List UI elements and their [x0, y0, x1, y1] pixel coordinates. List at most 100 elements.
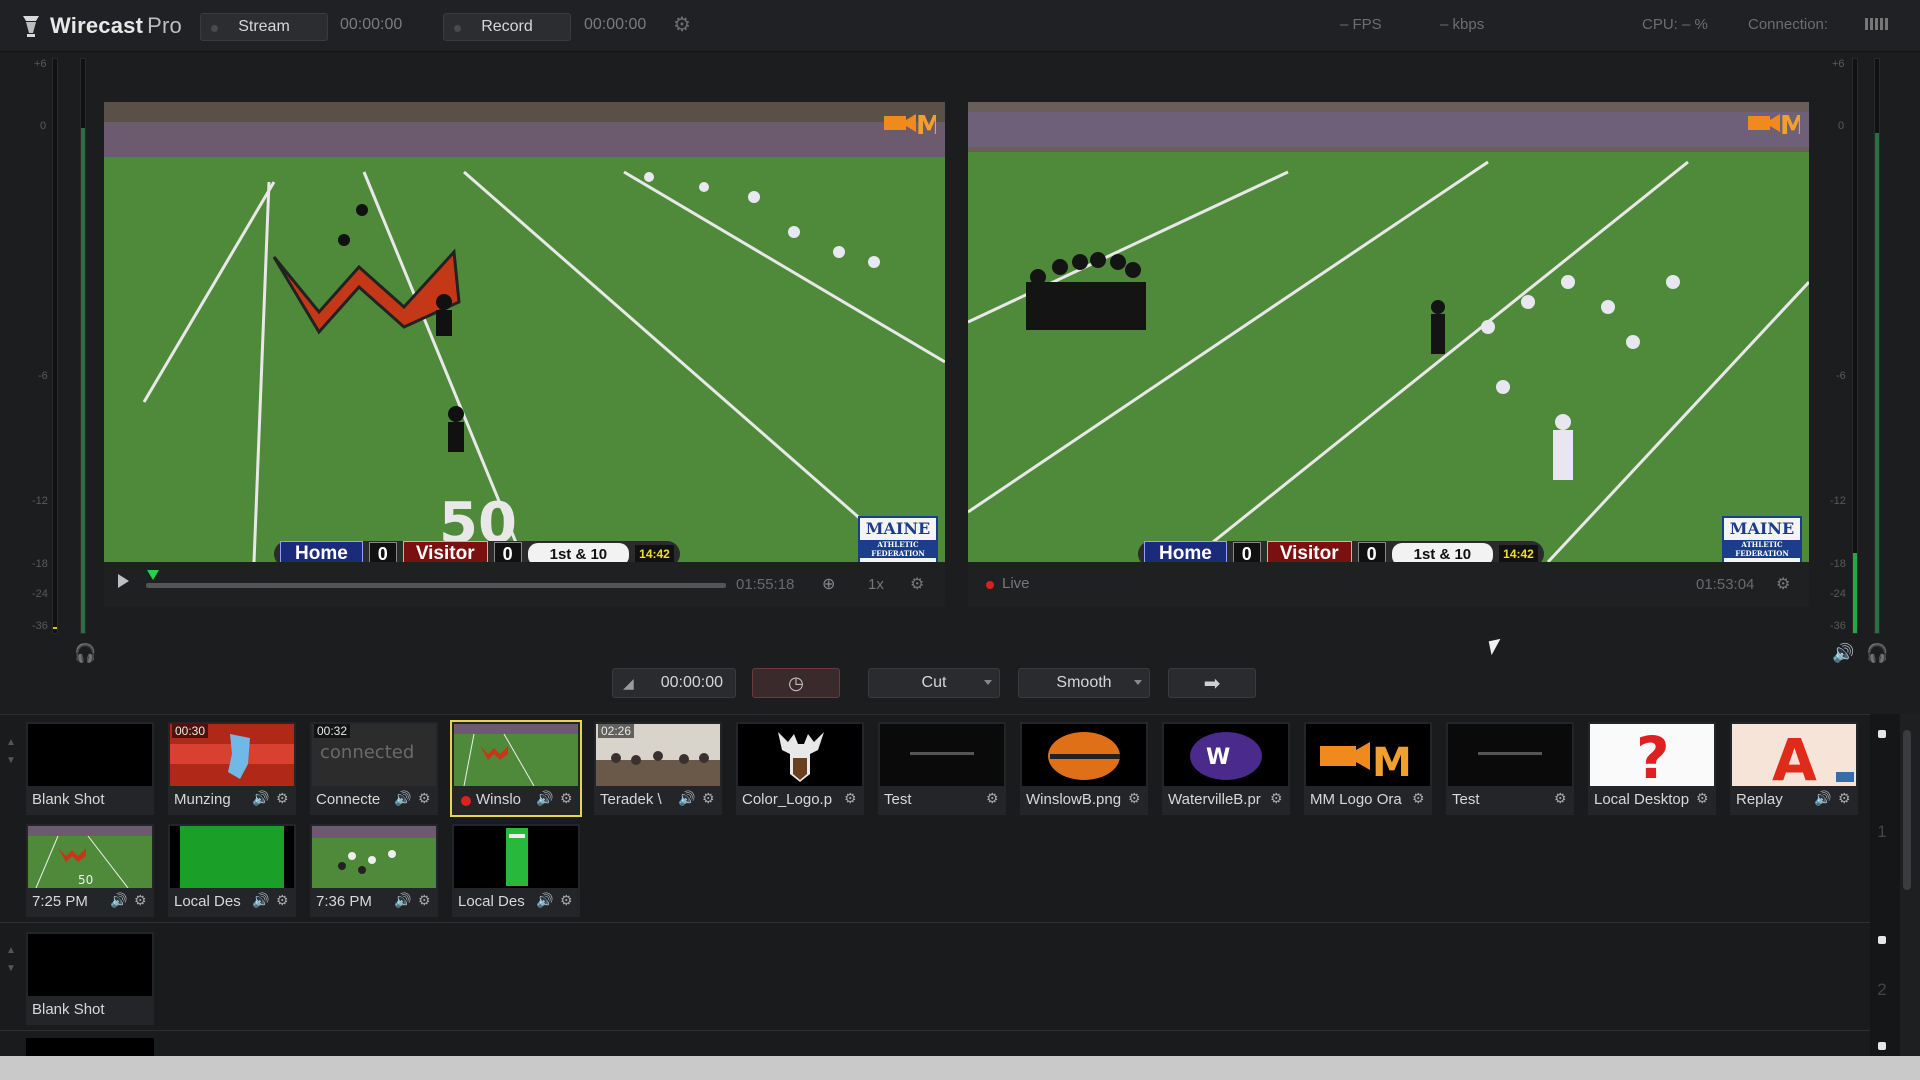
playhead-marker[interactable]	[147, 570, 159, 580]
shot-thumbnail: 50	[28, 826, 152, 888]
shot-settings-gear-icon[interactable]: ⚙	[1128, 790, 1141, 807]
speaker-icon[interactable]: 🔊	[252, 892, 269, 909]
shot-label: WatervilleB.pr	[1168, 791, 1261, 808]
shot-teradek[interactable]: 02:26 Teradek \ 🔊 ⚙	[594, 722, 722, 815]
layer-down-icon[interactable]: ▼	[0, 755, 22, 766]
meter-scale-label: +6	[1832, 58, 1845, 70]
play-icon[interactable]	[118, 574, 129, 588]
shot-settings-gear-icon[interactable]: ⚙	[276, 892, 289, 909]
shot-duration: 02:26	[598, 724, 635, 738]
layer-visibility-icon[interactable]	[1878, 730, 1886, 738]
shot-label: 7:25 PM	[32, 893, 88, 910]
layer-up-icon[interactable]: ▲	[0, 737, 22, 748]
shot-settings-gear-icon[interactable]: ⚙	[702, 790, 715, 807]
stream-button[interactable]: Stream	[200, 13, 328, 41]
shot-partial[interactable]	[26, 1038, 154, 1056]
shot-settings-gear-icon[interactable]: ⚙	[418, 892, 431, 909]
live-settings-gear-icon[interactable]: ⚙	[1776, 574, 1790, 594]
shot-blank-layer2[interactable]: Blank Shot	[26, 932, 154, 1025]
live-status-label: Live	[1002, 575, 1030, 592]
transition-duration[interactable]: ◢ 00:00:00	[612, 668, 736, 698]
meter-scale-label: -36	[32, 620, 48, 632]
speaker-icon[interactable]: 🔊	[394, 790, 411, 807]
shot-mm-logo[interactable]: M MM Logo Ora ⚙	[1304, 722, 1432, 815]
shot-winslowb[interactable]: WinslowB.png ⚙	[1020, 722, 1148, 815]
headphone-icon[interactable]: 🎧	[74, 643, 96, 664]
shot-thumbnail: ?	[1590, 724, 1714, 786]
shot-replay-736[interactable]: 7:36 PM 🔊 ⚙	[310, 824, 438, 917]
playback-speed-select[interactable]: 1x	[868, 576, 884, 593]
go-button[interactable]: ➡	[1168, 668, 1256, 698]
shot-watervilleb[interactable]: W WatervilleB.pr ⚙	[1162, 722, 1290, 815]
app-logo: Wirecast Pro	[20, 12, 182, 40]
speaker-icon[interactable]: 🔊	[536, 892, 553, 909]
speaker-icon[interactable]: 🔊	[1814, 790, 1831, 807]
shot-label: Munzing	[174, 791, 231, 808]
stream-time: 00:00:00	[340, 16, 403, 33]
shot-settings-gear-icon[interactable]: ⚙	[844, 790, 857, 807]
shot-settings-gear-icon[interactable]: ⚙	[560, 892, 573, 909]
shot-settings-gear-icon[interactable]: ⚙	[1838, 790, 1851, 807]
maine-logo: MAINE ATHLETIC FEDERATION	[1722, 516, 1802, 568]
shot-replay[interactable]: A Replay 🔊 ⚙	[1730, 722, 1858, 815]
shot-label: MM Logo Ora	[1310, 791, 1402, 808]
record-status-icon	[454, 25, 461, 32]
speaker-icon[interactable]: 🔊	[252, 790, 269, 807]
layer-up-icon[interactable]: ▲	[0, 945, 22, 956]
shot-test-2[interactable]: Test ⚙	[1446, 722, 1574, 815]
layer-column	[1870, 714, 1900, 1056]
output-settings-gear-icon[interactable]: ⚙	[671, 14, 693, 36]
shot-local-desktop-green[interactable]: Local Des 🔊 ⚙	[168, 824, 296, 917]
shot-label: Local Des	[174, 893, 241, 910]
transition-select-smooth[interactable]: Smooth	[1018, 668, 1150, 698]
layer-visibility-icon[interactable]	[1878, 936, 1886, 944]
chevron-down-icon	[984, 680, 992, 685]
speaker-icon[interactable]: 🔊	[536, 790, 553, 807]
zoom-icon[interactable]: ⊕	[822, 574, 835, 594]
shot-settings-gear-icon[interactable]: ⚙	[418, 790, 431, 807]
record-button[interactable]: Record	[443, 13, 571, 41]
shot-settings-gear-icon[interactable]: ⚙	[1554, 790, 1567, 807]
shot-local-desktop-2[interactable]: Local Des 🔊 ⚙	[452, 824, 580, 917]
shot-settings-gear-icon[interactable]: ⚙	[276, 790, 289, 807]
shot-thumbnail	[738, 724, 862, 786]
shot-settings-gear-icon[interactable]: ⚙	[1696, 790, 1709, 807]
speaker-icon[interactable]: 🔊	[1832, 643, 1854, 664]
status-bar	[0, 1056, 1920, 1080]
speaker-icon[interactable]: 🔊	[110, 892, 127, 909]
auto-transition-button[interactable]: ◷	[752, 668, 840, 698]
speaker-icon[interactable]: 🔊	[394, 892, 411, 909]
shot-local-desktop[interactable]: ? Local Desktop ⚙	[1588, 722, 1716, 815]
shot-settings-gear-icon[interactable]: ⚙	[560, 790, 573, 807]
chevron-down-icon	[1134, 680, 1142, 685]
preview-video[interactable]: 50	[104, 102, 945, 562]
shot-connected[interactable]: connected 00:32 Connecte 🔊 ⚙	[310, 722, 438, 815]
shot-settings-gear-icon[interactable]: ⚙	[134, 892, 147, 909]
svg-text:A: A	[1772, 726, 1817, 786]
headphone-icon[interactable]: 🎧	[1866, 643, 1888, 664]
scrollbar-thumb[interactable]	[1903, 730, 1911, 890]
shot-replay-725[interactable]: 50 7:25 PM 🔊 ⚙	[26, 824, 154, 917]
arrow-right-icon: ➡	[1203, 672, 1221, 695]
transition-select-cut[interactable]: Cut	[868, 668, 1000, 698]
shot-settings-gear-icon[interactable]: ⚙	[1412, 790, 1425, 807]
preview-settings-gear-icon[interactable]: ⚙	[910, 574, 924, 594]
shot-test[interactable]: Test ⚙	[878, 722, 1006, 815]
layer-visibility-icon[interactable]	[1878, 1042, 1886, 1050]
shot-blank[interactable]: Blank Shot	[26, 722, 154, 815]
shot-munzing[interactable]: 00:30 Munzing 🔊 ⚙	[168, 722, 296, 815]
shot-label: Blank Shot	[32, 791, 105, 808]
svg-text:W: W	[1206, 745, 1230, 770]
layer-down-icon[interactable]: ▼	[0, 963, 22, 974]
shot-settings-gear-icon[interactable]: ⚙	[986, 790, 999, 807]
mouse-cursor-icon	[1488, 638, 1504, 656]
shot-color-logo[interactable]: Color_Logo.p ⚙	[736, 722, 864, 815]
meter-scale-label: -12	[1830, 495, 1846, 507]
meter-scale-label: +6	[34, 58, 47, 70]
preview-scrubber[interactable]	[146, 583, 726, 588]
preview-transport-bar: 01:55:18 ⊕ 1x ⚙	[104, 562, 945, 607]
shot-winslow[interactable]: Winslo 🔊 ⚙	[450, 720, 582, 817]
shot-settings-gear-icon[interactable]: ⚙	[1270, 790, 1283, 807]
shot-thumbnail: A	[1732, 724, 1856, 786]
speaker-icon[interactable]: 🔊	[678, 790, 695, 807]
